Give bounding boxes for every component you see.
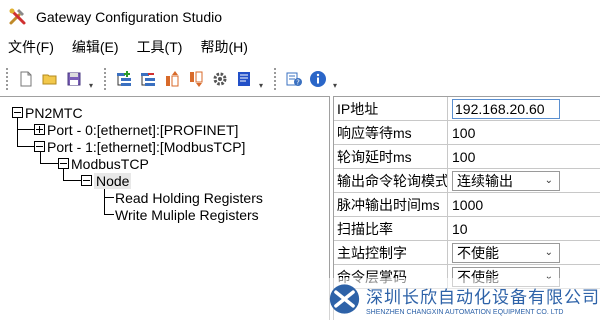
expand-icon[interactable] <box>34 124 45 135</box>
tree-node-label: Port - 0:[ethernet]:[PROFINET] <box>47 121 239 138</box>
collapse-icon[interactable] <box>12 107 23 118</box>
tree-node-label: Write Muliple Registers <box>115 206 259 223</box>
tree-node-label: Read Holding Registers <box>115 189 263 206</box>
selected-value: 连续输出 <box>457 172 513 189</box>
toolbar-grip[interactable] <box>104 68 108 90</box>
property-value-cell: 不使能 ⌄ <box>448 241 600 264</box>
tree-connector <box>104 186 105 214</box>
company-logo <box>329 284 360 314</box>
menu-tools[interactable]: 工具(T) <box>128 37 192 57</box>
menu-edit[interactable]: 编辑(E) <box>63 37 128 57</box>
config-help-icon[interactable]: ? <box>283 68 305 90</box>
tree-node-root[interactable]: PN2MTC <box>12 104 83 121</box>
collapse-icon[interactable] <box>81 175 92 186</box>
poll-delay-value[interactable]: 100 <box>448 145 600 168</box>
property-row: 输出命令轮询模式 连续输出 ⌄ <box>334 169 600 193</box>
property-name: 轮询延时ms <box>334 145 448 168</box>
upload-icon[interactable] <box>161 68 183 90</box>
property-value: 10 <box>452 220 468 237</box>
tree-connector <box>104 197 114 198</box>
device-tree: PN2MTC Port - 0:[ethernet]:[PROFINET] Po… <box>0 97 330 320</box>
property-row: 响应等待ms 100 <box>334 121 600 145</box>
toolbar-overflow-icon[interactable]: ▾ <box>330 68 340 90</box>
property-value: 1000 <box>452 196 484 213</box>
collapse-icon[interactable] <box>34 141 45 152</box>
property-value: 100 <box>452 148 476 165</box>
company-watermark: 深圳长欣自动化设备有限公司 SHENZHEN CHANGXIN AUTOMATI… <box>325 278 600 320</box>
tree-connector <box>40 163 58 164</box>
tree-connector <box>104 214 114 215</box>
tree-connector <box>63 180 81 181</box>
blue-document-icon[interactable] <box>233 68 255 90</box>
property-row: 轮询延时ms 100 <box>334 145 600 169</box>
tree-connector <box>17 146 34 147</box>
svg-text:?: ? <box>296 79 300 87</box>
scan-ratio-value[interactable]: 10 <box>448 217 600 240</box>
title-bar: Gateway Configuration Studio <box>0 0 600 34</box>
tree-connector <box>17 129 34 130</box>
chevron-down-icon[interactable]: ⌄ <box>545 175 553 186</box>
watermark-company-name-en: SHENZHEN CHANGXIN AUTOMATION EQUIPMENT C… <box>366 308 564 316</box>
tree-node-write-multiple-registers[interactable]: Write Muliple Registers <box>115 206 259 223</box>
property-name: 主站控制字 <box>334 241 448 264</box>
device-tree-panel: PN2MTC Port - 0:[ethernet]:[PROFINET] Po… <box>0 96 330 320</box>
property-row: 扫描比率 10 <box>334 217 600 241</box>
save-icon[interactable] <box>63 68 85 90</box>
window-title: Gateway Configuration Studio <box>36 9 222 25</box>
property-name: 输出命令轮询模式 <box>334 169 448 192</box>
tree-node-port1[interactable]: Port - 1:[ethernet]:[ModbusTCP] <box>34 138 245 155</box>
tree-node-label: PN2MTC <box>25 104 83 121</box>
property-name: IP地址 <box>334 97 448 120</box>
toolbar-overflow-icon[interactable]: ▾ <box>256 68 266 90</box>
remove-item-icon[interactable] <box>137 68 159 90</box>
add-item-icon[interactable] <box>113 68 135 90</box>
download-icon[interactable] <box>185 68 207 90</box>
output-poll-mode-select[interactable]: 连续输出 ⌄ <box>452 170 560 191</box>
property-row: IP地址 <box>334 97 600 121</box>
response-wait-value[interactable]: 100 <box>448 121 600 144</box>
menu-help[interactable]: 帮助(H) <box>191 37 256 57</box>
toolbar-overflow-icon[interactable]: ▾ <box>86 68 96 90</box>
open-folder-icon[interactable] <box>39 68 61 90</box>
pulse-output-time-value[interactable]: 1000 <box>448 193 600 216</box>
collapse-icon[interactable] <box>58 158 69 169</box>
property-name: 扫描比率 <box>334 217 448 240</box>
menu-bar: 文件(F) 编辑(E) 工具(T) 帮助(H) <box>0 34 600 60</box>
tree-node-node[interactable]: Node <box>81 172 132 189</box>
ip-address-input[interactable] <box>452 98 560 119</box>
property-value: 100 <box>452 124 476 141</box>
tools-app-icon <box>8 7 28 27</box>
chevron-down-icon[interactable]: ⌄ <box>545 247 553 258</box>
tree-node-label: Node <box>94 172 132 189</box>
gear-icon[interactable] <box>209 68 231 90</box>
master-control-word-select[interactable]: 不使能 ⌄ <box>452 242 560 263</box>
watermark-company-name: 深圳长欣自动化设备有限公司 <box>366 287 600 307</box>
selected-value: 不使能 <box>457 244 499 261</box>
property-value-cell <box>448 97 600 120</box>
tree-node-label: Port - 1:[ethernet]:[ModbusTCP] <box>47 138 246 155</box>
toolbar-grip[interactable] <box>6 68 10 90</box>
watermark-text: 深圳长欣自动化设备有限公司 SHENZHEN CHANGXIN AUTOMATI… <box>366 283 600 316</box>
toolbar: ▾ ▾ ? ▾ <box>0 62 600 96</box>
tree-node-port0[interactable]: Port - 0:[ethernet]:[PROFINET] <box>34 121 238 138</box>
toolbar-grip[interactable] <box>274 68 278 90</box>
property-row: 主站控制字 不使能 ⌄ <box>334 241 600 265</box>
new-file-icon[interactable] <box>15 68 37 90</box>
info-icon[interactable] <box>307 68 329 90</box>
property-name: 响应等待ms <box>334 121 448 144</box>
tree-node-read-holding-registers[interactable]: Read Holding Registers <box>115 189 263 206</box>
tree-node-modbustcp[interactable]: ModbusTCP <box>58 155 149 172</box>
property-name: 脉冲输出时间ms <box>334 193 448 216</box>
property-row: 脉冲输出时间ms 1000 <box>334 193 600 217</box>
tree-node-label: ModbusTCP <box>71 155 149 172</box>
menu-file[interactable]: 文件(F) <box>0 37 63 57</box>
property-value-cell: 连续输出 ⌄ <box>448 169 600 192</box>
